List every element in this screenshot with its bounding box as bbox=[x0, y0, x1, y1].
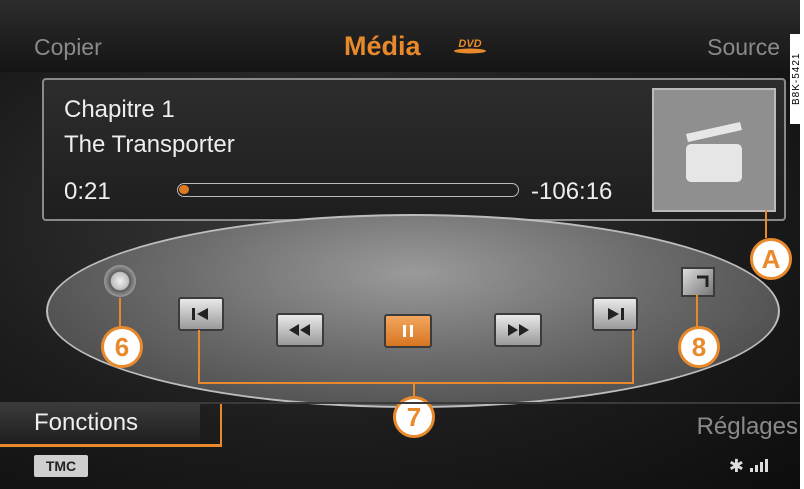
clapperboard-icon bbox=[686, 122, 742, 182]
tab-source[interactable]: Source bbox=[707, 34, 780, 61]
status-icons: ✱ bbox=[729, 456, 770, 477]
skip-forward-icon bbox=[608, 308, 624, 320]
callout-8: 8 bbox=[678, 326, 720, 368]
callout-7-bracket bbox=[198, 330, 634, 384]
tab-copier[interactable]: Copier bbox=[34, 34, 102, 61]
chapter-label: Chapitre 1 bbox=[64, 96, 175, 123]
progress-track[interactable] bbox=[177, 183, 519, 197]
tab-reglages[interactable]: Réglages bbox=[697, 413, 798, 441]
dvd-logo-icon: DVD bbox=[448, 36, 492, 54]
settings-gear-icon[interactable] bbox=[104, 265, 136, 297]
next-track-button[interactable] bbox=[592, 297, 638, 331]
remaining-time: -106:16 bbox=[531, 178, 613, 205]
figure-code: B8K-5421 bbox=[790, 34, 804, 124]
fonctions-underline bbox=[0, 444, 220, 447]
dvd-badge-text: DVD bbox=[458, 38, 481, 50]
previous-track-button[interactable] bbox=[178, 297, 224, 331]
skip-back-icon bbox=[192, 308, 208, 320]
media-screen: Copier Média DVD Source Chapitre 1 The T… bbox=[0, 0, 800, 489]
bluetooth-icon: ✱ bbox=[728, 456, 744, 476]
fullscreen-icon[interactable] bbox=[681, 267, 715, 297]
tab-fonctions[interactable]: Fonctions bbox=[34, 409, 138, 437]
elapsed-time: 0:21 bbox=[64, 178, 111, 205]
fonctions-tab-curve bbox=[200, 404, 222, 447]
expand-arrow-icon bbox=[697, 275, 709, 287]
page-title: Média bbox=[344, 31, 421, 61]
clapperboard-thumbnail bbox=[652, 88, 776, 212]
film-title: The Transporter bbox=[64, 131, 235, 158]
callout-a: A bbox=[750, 238, 792, 280]
tmc-badge: TMC bbox=[34, 455, 88, 477]
progress-fill bbox=[179, 185, 189, 194]
signal-strength-icon bbox=[750, 456, 770, 477]
callout-a-line bbox=[765, 210, 767, 238]
callout-8-line bbox=[696, 294, 698, 330]
callout-7-line bbox=[413, 382, 415, 396]
callout-6: 6 bbox=[101, 326, 143, 368]
